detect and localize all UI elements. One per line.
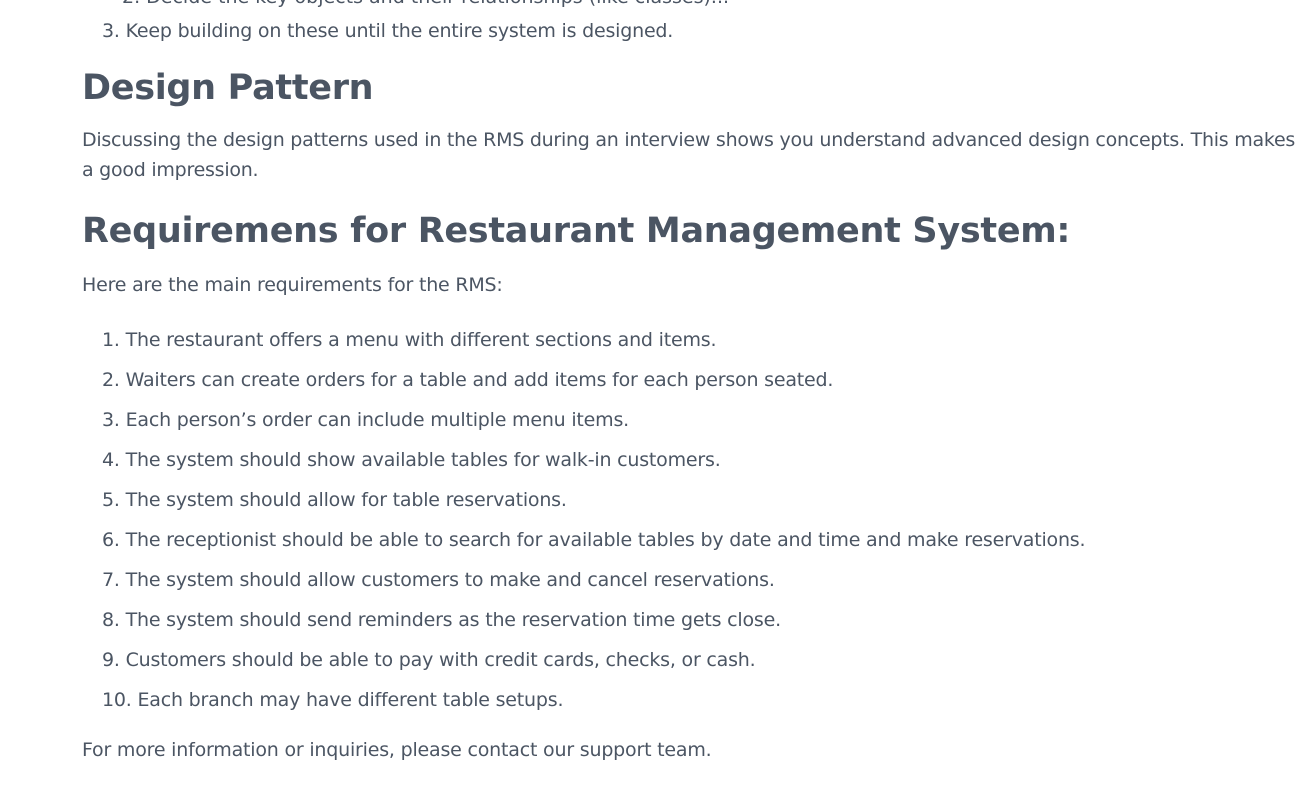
steps-list: 3. Keep building on these until the enti… [102, 19, 673, 43]
list-item-text: Each person’s order can include multiple… [125, 409, 630, 431]
list-item-number: 8. [102, 609, 120, 631]
list-item-number: 1. [102, 329, 120, 351]
list-item: 9. Customers should be able to pay with … [102, 648, 1085, 688]
footer-note: For more information or inquiries, pleas… [82, 739, 712, 761]
list-item-text: Customers should be able to pay with cre… [125, 649, 756, 671]
list-item-number: 3. [102, 20, 120, 42]
list-item-number: 10. [102, 689, 132, 711]
list-item-text: The receptionist should be able to searc… [125, 529, 1086, 551]
list-item-text: Each branch may have different table set… [137, 689, 564, 711]
list-item-number: 7. [102, 569, 120, 591]
list-item-text: Waiters can create orders for a table an… [125, 369, 834, 391]
list-item: 3. Each person’s order can include multi… [102, 408, 1085, 448]
requirements-intro: Here are the main requirements for the R… [82, 274, 503, 296]
clipped-list-item: 2. Decide the key objects and their rela… [122, 0, 729, 9]
list-item: 2. Waiters can create orders for a table… [102, 368, 1085, 408]
list-item: 1. The restaurant offers a menu with dif… [102, 328, 1085, 368]
requirements-list: 1. The restaurant offers a menu with dif… [102, 328, 1086, 728]
list-item-number: 2. [102, 369, 120, 391]
list-item: 6. The receptionist should be able to se… [102, 528, 1086, 568]
list-item-text: The restaurant offers a menu with differ… [125, 329, 717, 351]
list-item-number: 3. [102, 409, 120, 431]
list-item-number: 5. [102, 489, 120, 511]
list-item-text: The system should allow customers to mak… [125, 569, 775, 591]
list-item: 3. Keep building on these until the enti… [102, 19, 673, 43]
list-item-text: The system should send reminders as the … [125, 609, 782, 631]
list-item: 8. The system should send reminders as t… [102, 608, 1085, 648]
list-item-text: Keep building on these until the entire … [125, 20, 674, 42]
list-item-text: The system should show available tables … [125, 449, 721, 471]
design-pattern-paragraph: Discussing the design patterns used in t… [82, 129, 1296, 181]
requirements-heading: Requiremens for Restaurant Management Sy… [82, 211, 1071, 251]
list-item-number: 6. [102, 529, 120, 551]
list-item: 5. The system should allow for table res… [102, 488, 1085, 528]
list-item: 4. The system should show available tabl… [102, 448, 1085, 488]
list-item-number: 4. [102, 449, 120, 471]
list-item: 7. The system should allow customers to … [102, 568, 1085, 608]
design-pattern-heading: Design Pattern [82, 68, 374, 108]
list-item-number: 9. [102, 649, 120, 671]
list-item: 10. Each branch may have different table… [102, 688, 1085, 728]
list-item-text: The system should allow for table reserv… [125, 489, 567, 511]
